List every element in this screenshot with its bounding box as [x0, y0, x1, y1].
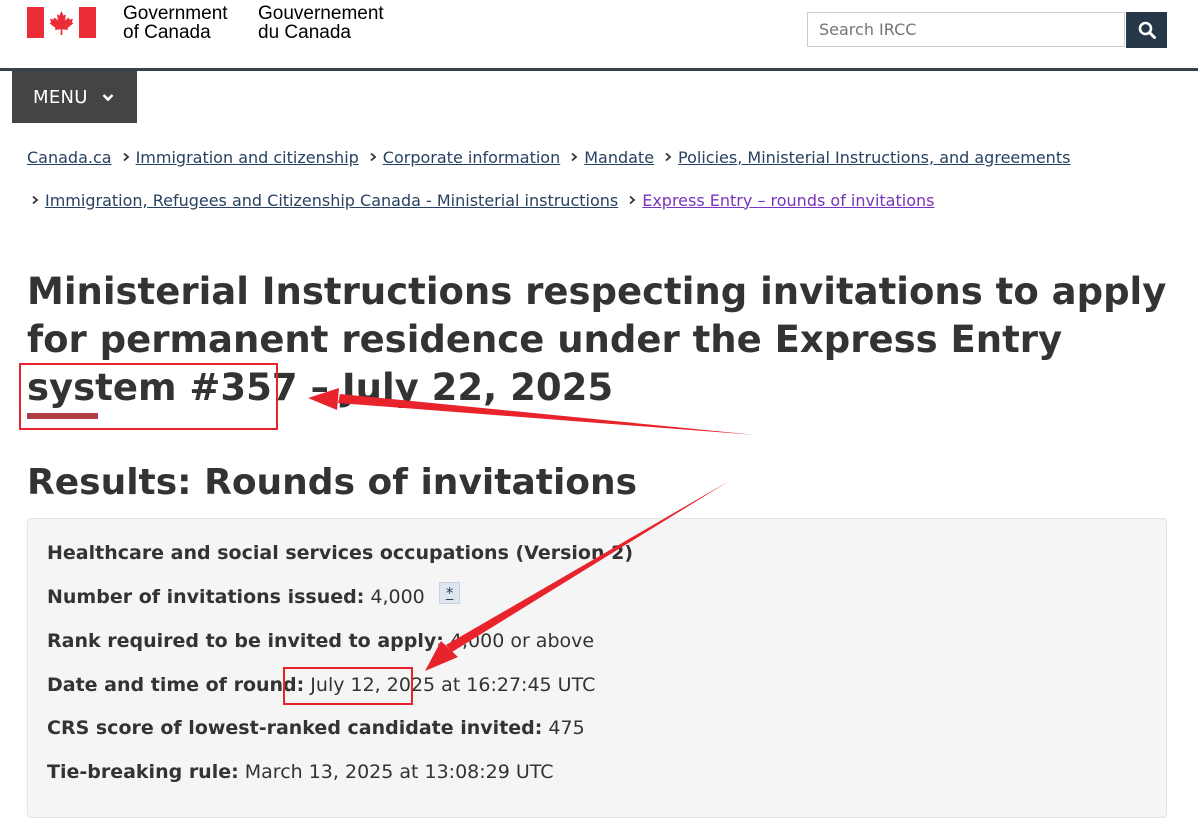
crs-value: 475	[548, 717, 585, 739]
chevron-right-icon	[570, 152, 578, 162]
chevron-right-icon	[664, 152, 672, 162]
footnote-link[interactable]: *	[438, 582, 461, 604]
site-header: Government of Canada Gouvernement du Can…	[0, 0, 1198, 72]
date-label: Date and time of round:	[47, 674, 305, 696]
wordmark-line: Gouvernement	[258, 3, 384, 24]
breadcrumb-link-corporate[interactable]: Corporate information	[383, 148, 560, 167]
annotation-box-title-date	[19, 363, 278, 430]
header-divider	[0, 68, 1198, 71]
menu-button[interactable]: MENU	[12, 71, 137, 123]
tie-value: March 13, 2025 at 13:08:29 UTC	[244, 761, 554, 783]
search-button[interactable]	[1126, 12, 1167, 48]
invitations-value: 4,000	[370, 586, 425, 608]
chevron-right-icon	[31, 195, 39, 205]
breadcrumb-item: Immigration and citizenship	[112, 148, 359, 167]
wordmark-line: du Canada	[258, 22, 351, 43]
chevron-right-icon	[122, 152, 130, 162]
chevron-down-icon	[102, 93, 114, 101]
crs-row: CRS score of lowest-ranked candidate inv…	[47, 716, 585, 740]
rank-value: 4,000 or above	[449, 630, 595, 652]
invitations-label: Number of invitations issued:	[47, 586, 365, 608]
breadcrumb-link-ministerial-instructions[interactable]: Immigration, Refugees and Citizenship Ca…	[45, 191, 618, 210]
government-of-canada-wordmark[interactable]: Government of Canada	[123, 4, 228, 42]
gouvernement-du-canada-wordmark[interactable]: Gouvernement du Canada	[258, 4, 384, 42]
chevron-right-icon	[628, 195, 636, 205]
breadcrumb-item: Express Entry – rounds of invitations	[618, 191, 934, 210]
breadcrumb-item: Corporate information	[359, 148, 560, 167]
breadcrumb-item: Canada.ca	[27, 148, 112, 167]
crs-label: CRS score of lowest-ranked candidate inv…	[47, 717, 543, 739]
breadcrumb-item: Policies, Ministerial Instructions, and …	[654, 148, 1070, 167]
results-category: Healthcare and social services occupatio…	[47, 541, 633, 565]
time-value: at 16:27:45 UTC	[441, 674, 596, 696]
breadcrumb-link-mandate[interactable]: Mandate	[584, 148, 654, 167]
breadcrumb-link-express-entry[interactable]: Express Entry – rounds of invitations	[642, 191, 934, 210]
category-name: Healthcare and social services occupatio…	[47, 542, 634, 564]
tie-label: Tie-breaking rule:	[47, 761, 239, 783]
section-heading: Results: Rounds of invitations	[27, 462, 638, 503]
breadcrumb-item: Immigration, Refugees and Citizenship Ca…	[27, 191, 618, 210]
breadcrumb-row: Immigration, Refugees and Citizenship Ca…	[27, 188, 934, 212]
annotation-box-round-date	[283, 667, 413, 705]
wordmark-line: of Canada	[123, 22, 211, 43]
search-icon	[1138, 21, 1156, 39]
breadcrumb-link-immigration[interactable]: Immigration and citizenship	[136, 148, 359, 167]
invitations-row: Number of invitations issued: 4,000 *	[47, 582, 461, 609]
canada-flag-icon[interactable]	[27, 7, 96, 38]
chevron-right-icon	[369, 152, 377, 162]
rank-label: Rank required to be invited to apply:	[47, 630, 444, 652]
tie-breaking-row: Tie-breaking rule: March 13, 2025 at 13:…	[47, 760, 554, 784]
breadcrumb-link-canada[interactable]: Canada.ca	[27, 148, 112, 167]
menu-label: MENU	[33, 86, 88, 108]
wordmark-line: Government	[123, 3, 228, 24]
rank-row: Rank required to be invited to apply: 4,…	[47, 629, 594, 653]
search-input[interactable]	[807, 12, 1125, 47]
breadcrumb-row: Canada.ca Immigration and citizenship Co…	[27, 145, 1070, 169]
breadcrumb-item: Mandate	[560, 148, 654, 167]
breadcrumb-link-policies[interactable]: Policies, Ministerial Instructions, and …	[678, 148, 1070, 167]
